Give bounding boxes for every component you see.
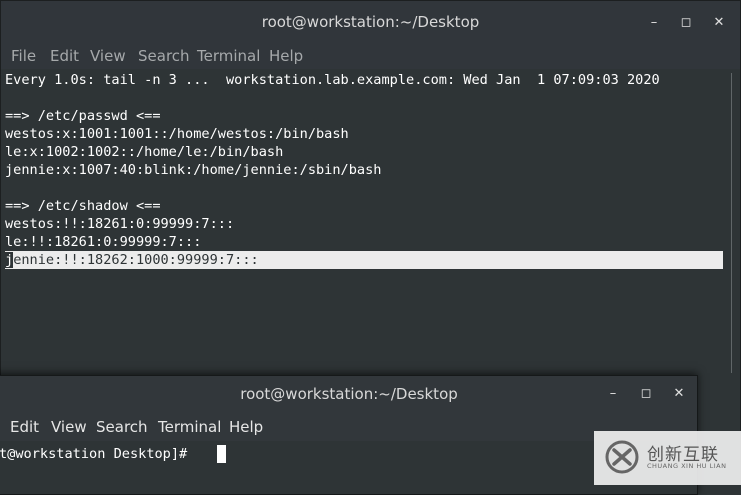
window-title: root@workstation:~/Desktop — [261, 13, 480, 31]
menu-terminal[interactable]: Terminal — [158, 418, 221, 436]
menu-help[interactable]: Help — [229, 418, 263, 436]
scrollbar[interactable] — [731, 73, 732, 373]
terminal-line: ==> /etc/shadow <== — [5, 198, 161, 214]
minimize-icon[interactable]: – — [642, 11, 666, 35]
terminal-line: le:!!:18261:0:99999:7::: — [5, 234, 202, 250]
selection-rest: ennie:!!:18262:1000:99999:7::: — [13, 252, 259, 268]
menu-view[interactable]: View — [90, 47, 126, 65]
close-icon[interactable]: ✕ — [707, 11, 731, 35]
menu-search[interactable]: Search — [138, 47, 190, 65]
watermark: 创新互联 CHUANG XIN HU LIAN — [594, 431, 741, 485]
terminal-line: le:x:1002:1002::/home/le:/bin/bash — [5, 144, 284, 160]
watermark-name-en: CHUANG XIN HU LIAN — [647, 462, 727, 470]
terminal-line: jennie:x:1007:40:blink:/home/jennie:/sbi… — [5, 162, 382, 178]
maximize-icon[interactable]: ◻ — [634, 382, 658, 406]
menu-search[interactable]: Search — [96, 418, 148, 436]
selected-terminal-line[interactable]: jennie:!!:18262:1000:99999:7::: — [5, 251, 259, 269]
menu-edit[interactable]: Edit — [50, 47, 79, 65]
menu-help[interactable]: Help — [269, 47, 303, 65]
maximize-icon[interactable]: ◻ — [674, 11, 698, 35]
title-bar[interactable]: root@workstation:~/Desktop – ◻ ✕ — [0, 376, 697, 412]
close-icon[interactable]: ✕ — [667, 382, 691, 406]
menu-file[interactable]: File — [11, 47, 36, 65]
selection-first-char: j — [5, 252, 14, 268]
terminal-line: ==> /etc/passwd <== — [5, 108, 161, 124]
menu-view[interactable]: View — [51, 418, 87, 436]
terminal-line: westos:x:1001:1001::/home/westos:/bin/ba… — [5, 126, 349, 142]
minimize-icon[interactable]: – — [601, 382, 625, 406]
menu-edit[interactable]: Edit — [10, 418, 39, 436]
terminal-input-area[interactable]: t@workstation Desktop]# — [0, 441, 697, 494]
watermark-logo-icon — [605, 440, 639, 474]
menu-bar: Edit View Search Terminal Help — [0, 411, 697, 441]
shell-prompt: t@workstation Desktop]# — [0, 446, 196, 462]
text-cursor — [217, 445, 226, 463]
menu-terminal[interactable]: Terminal — [197, 47, 260, 65]
title-bar[interactable]: root@workstation:~/Desktop – ◻ ✕ — [1, 1, 740, 44]
menu-bar: File Edit View Search Terminal Help — [1, 43, 740, 69]
terminal-line: westos:!!:18261:0:99999:7::: — [5, 216, 235, 232]
window-title: root@workstation:~/Desktop — [240, 385, 458, 403]
watch-header: Every 1.0s: tail -n 3 ... workstation.la… — [5, 72, 660, 88]
